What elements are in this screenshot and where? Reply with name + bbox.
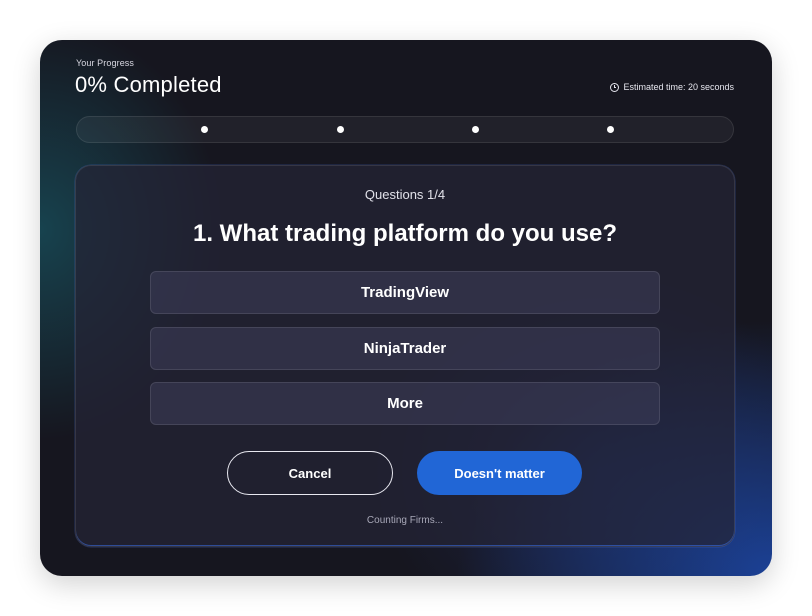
estimated-time: Estimated time: 20 seconds	[610, 82, 734, 92]
progress-caption: Your Progress	[76, 58, 134, 68]
quiz-window: Your Progress 0% Completed Estimated tim…	[40, 40, 772, 576]
option-tradingview[interactable]: TradingView	[150, 271, 660, 314]
clock-icon	[610, 82, 620, 92]
progress-step-dot-3	[472, 126, 479, 133]
progress-title: 0% Completed	[75, 72, 222, 97]
estimated-time-label: Estimated time: 20 seconds	[623, 82, 734, 92]
question-card: Questions 1/4 1. What trading platform d…	[75, 165, 735, 547]
cancel-button[interactable]: Cancel	[227, 451, 393, 495]
option-more[interactable]: More	[150, 382, 660, 425]
progress-step-dot-4	[607, 126, 614, 133]
progress-step-dot-2	[337, 126, 344, 133]
doesnt-matter-button[interactable]: Doesn't matter	[417, 451, 582, 495]
question-title: 1. What trading platform do you use?	[192, 220, 617, 247]
progress-bar	[76, 116, 734, 143]
option-ninjatrader[interactable]: NinjaTrader	[150, 327, 660, 370]
progress-step-dot-1	[201, 126, 208, 133]
question-counter: Questions 1/4	[364, 187, 446, 202]
counting-firms-status: Counting Firms...	[366, 515, 444, 526]
